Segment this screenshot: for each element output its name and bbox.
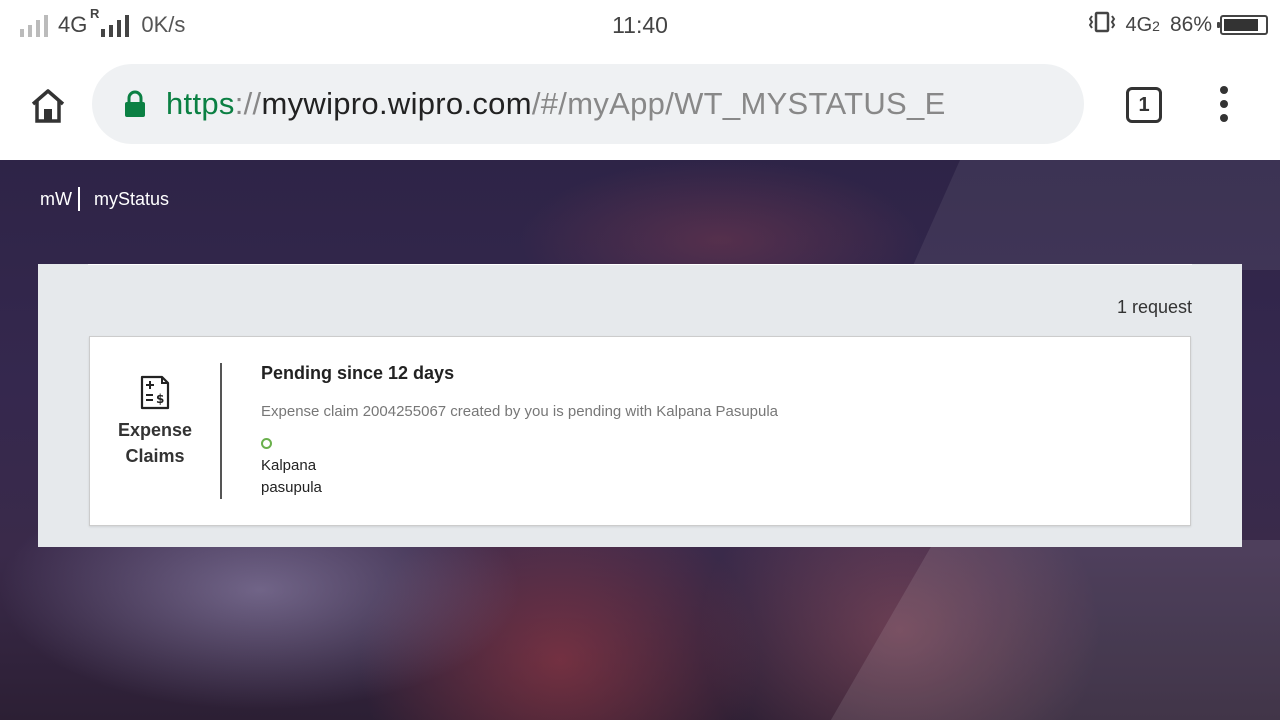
browser-toolbar: https://mywipro.wipro.com/#/myApp/WT_MYS… — [0, 50, 1280, 160]
request-count: 1 request — [1116, 297, 1192, 317]
page-title: myStatus — [93, 188, 170, 209]
battery-percent: 86% — [1169, 13, 1212, 36]
tab-switcher-button[interactable]: 1 — [1126, 87, 1162, 123]
page-background: mW myStatus 1 request $ Expense Claims Pe… — [0, 160, 1280, 720]
request-card[interactable]: $ Expense Claims Pending since 12 days Ex… — [89, 336, 1191, 526]
status-bar: 4G R 0K/s 11:40 4G2 86% — [0, 0, 1280, 50]
category-label-line1: Expense — [117, 420, 193, 440]
clock: 11:40 — [612, 12, 668, 38]
app-header: mW myStatus — [40, 187, 169, 211]
status-indicator-icon — [261, 438, 272, 449]
vibrate-icon — [1089, 10, 1117, 40]
home-button[interactable] — [28, 85, 68, 125]
address-bar[interactable]: https://mywipro.wipro.com/#/myApp/WT_MYS… — [92, 64, 1084, 144]
home-icon — [31, 89, 65, 123]
overflow-menu-icon[interactable] — [1216, 86, 1232, 122]
request-title: Pending since 12 days — [261, 363, 455, 383]
expense-document-icon: $ — [140, 375, 170, 410]
svg-text:$: $ — [156, 392, 164, 406]
category-label-line2: Claims — [125, 446, 185, 466]
battery-icon — [1217, 15, 1268, 35]
url-text[interactable]: https://mywipro.wipro.com/#/myApp/WT_MYS… — [166, 86, 946, 122]
request-description: Expense claim 2004255067 created by you … — [261, 403, 779, 420]
lock-icon — [124, 90, 146, 118]
app-logo[interactable]: mW — [40, 187, 80, 211]
assignee-name: Kalpana pasupula — [261, 457, 322, 496]
request-category: $ Expense Claims — [90, 363, 222, 499]
requests-panel: 1 request $ Expense Claims Pending since … — [38, 264, 1242, 547]
network-type-sim2: 4G2 — [1125, 13, 1160, 36]
